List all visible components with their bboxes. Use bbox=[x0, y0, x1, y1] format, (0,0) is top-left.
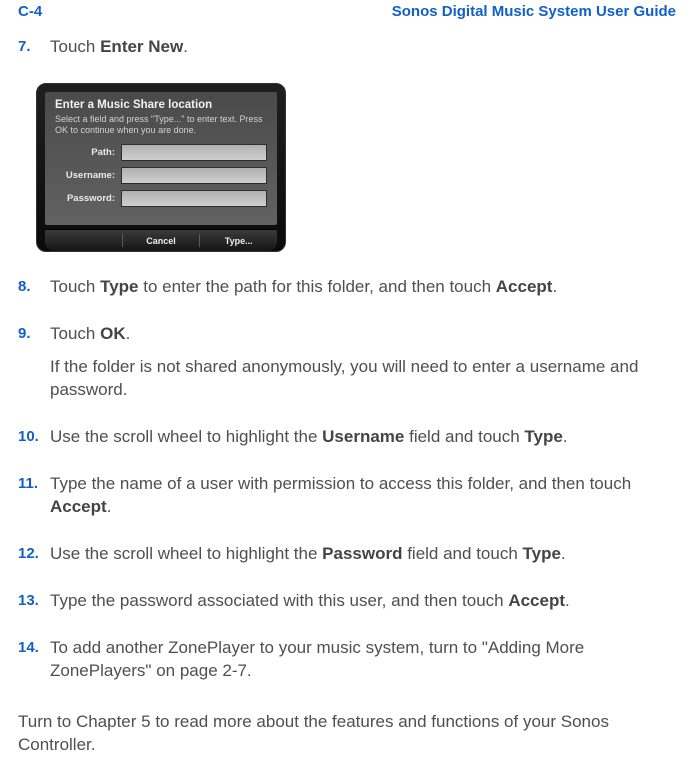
blank-button bbox=[45, 230, 122, 251]
bold-text: OK bbox=[100, 324, 126, 343]
field-path-row: Path: bbox=[55, 144, 267, 161]
text: Touch bbox=[50, 37, 100, 56]
step-body: Use the scroll wheel to highlight the Us… bbox=[50, 426, 676, 459]
text: . bbox=[107, 497, 112, 516]
step-body: Touch Enter New. bbox=[50, 36, 676, 69]
closing-text: Turn to Chapter 5 to read more about the… bbox=[18, 711, 676, 757]
step-number: 9. bbox=[18, 323, 50, 412]
step-13: 13. Type the password associated with th… bbox=[18, 590, 676, 623]
path-input[interactable] bbox=[121, 144, 267, 161]
text: Type the password associated with this u… bbox=[50, 591, 508, 610]
bold-text: Password bbox=[322, 544, 402, 563]
screenshot-subtitle: Select a field and press "Type..." to en… bbox=[55, 114, 267, 137]
step-number: 7. bbox=[18, 36, 50, 69]
text: Use the scroll wheel to highlight the bbox=[50, 427, 322, 446]
password-input[interactable] bbox=[121, 190, 267, 207]
step-body: Type the name of a user with permission … bbox=[50, 473, 676, 529]
step-14: 14. To add another ZonePlayer to your mu… bbox=[18, 637, 676, 693]
text: field and touch bbox=[402, 544, 522, 563]
bold-text: Type bbox=[523, 544, 561, 563]
step-body: Touch OK. If the folder is not shared an… bbox=[50, 323, 676, 412]
password-label: Password: bbox=[55, 193, 115, 204]
step-10: 10. Use the scroll wheel to highlight th… bbox=[18, 426, 676, 459]
page-header: C-4 Sonos Digital Music System User Guid… bbox=[18, 3, 676, 20]
step-7: 7. Touch Enter New. bbox=[18, 36, 676, 69]
text: Touch bbox=[50, 324, 100, 343]
field-password-row: Password: bbox=[55, 190, 267, 207]
bold-text: Accept bbox=[496, 277, 553, 296]
field-username-row: Username: bbox=[55, 167, 267, 184]
text: . bbox=[183, 37, 188, 56]
bold-text: Enter New bbox=[100, 37, 183, 56]
step-body: Use the scroll wheel to highlight the Pa… bbox=[50, 543, 676, 576]
text: . bbox=[561, 544, 566, 563]
text: Type the name of a user with permission … bbox=[50, 474, 631, 493]
type-button[interactable]: Type... bbox=[200, 230, 277, 251]
bold-text: Type bbox=[524, 427, 562, 446]
page-number: C-4 bbox=[18, 3, 42, 20]
step-number: 12. bbox=[18, 543, 50, 576]
text: To add another ZonePlayer to your music … bbox=[50, 637, 676, 683]
path-label: Path: bbox=[55, 147, 115, 158]
step-number: 8. bbox=[18, 276, 50, 309]
device-screenshot: Enter a Music Share location Select a fi… bbox=[36, 83, 286, 253]
text: . bbox=[126, 324, 131, 343]
step-body: Type the password associated with this u… bbox=[50, 590, 676, 623]
step-number: 14. bbox=[18, 637, 50, 693]
bold-text: Username bbox=[322, 427, 404, 446]
text: to enter the path for this folder, and t… bbox=[139, 277, 496, 296]
text: . bbox=[565, 591, 570, 610]
step-8: 8. Touch Type to enter the path for this… bbox=[18, 276, 676, 309]
step-9: 9. Touch OK. If the folder is not shared… bbox=[18, 323, 676, 412]
guide-title: Sonos Digital Music System User Guide bbox=[392, 3, 676, 20]
cancel-button[interactable]: Cancel bbox=[123, 230, 200, 251]
step-number: 13. bbox=[18, 590, 50, 623]
step-number: 10. bbox=[18, 426, 50, 459]
text: Use the scroll wheel to highlight the bbox=[50, 544, 322, 563]
bold-text: Accept bbox=[508, 591, 565, 610]
bold-text: Type bbox=[100, 277, 138, 296]
username-label: Username: bbox=[55, 170, 115, 181]
text: field and touch bbox=[404, 427, 524, 446]
screenshot-button-bar: Cancel Type... bbox=[45, 229, 277, 251]
text: . bbox=[563, 427, 568, 446]
step-12: 12. Use the scroll wheel to highlight th… bbox=[18, 543, 676, 576]
text: If the folder is not shared anonymously,… bbox=[50, 356, 676, 402]
step-body: To add another ZonePlayer to your music … bbox=[50, 637, 676, 693]
step-11: 11. Type the name of a user with permiss… bbox=[18, 473, 676, 529]
step-number: 11. bbox=[18, 473, 50, 529]
text: . bbox=[552, 277, 557, 296]
bold-text: Accept bbox=[50, 497, 107, 516]
step-body: Touch Type to enter the path for this fo… bbox=[50, 276, 676, 309]
username-input[interactable] bbox=[121, 167, 267, 184]
text: Touch bbox=[50, 277, 100, 296]
screenshot-inner: Enter a Music Share location Select a fi… bbox=[45, 92, 277, 226]
screenshot-title: Enter a Music Share location bbox=[55, 99, 267, 111]
